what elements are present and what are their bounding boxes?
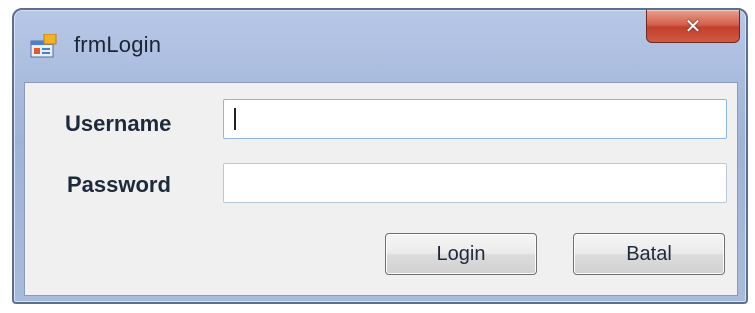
password-input[interactable]: [223, 163, 727, 203]
login-button-label: Login: [436, 242, 486, 265]
form-icon: [30, 33, 58, 58]
password-label: Password: [67, 172, 171, 197]
close-button[interactable]: ✕: [646, 10, 740, 43]
window-title: frmLogin: [74, 32, 162, 57]
cancel-button-label: Batal: [626, 242, 672, 265]
text-caret: [234, 108, 236, 130]
form-body: Username Password Login Batal: [24, 82, 738, 296]
login-button[interactable]: Login: [385, 233, 537, 275]
username-input[interactable]: [223, 99, 727, 139]
close-icon: ✕: [684, 14, 702, 38]
username-label: Username: [65, 111, 172, 136]
login-window: frmLogin ✕ Username Password Login Batal: [12, 8, 748, 304]
title-bar[interactable]: frmLogin ✕: [14, 10, 746, 82]
cancel-button[interactable]: Batal: [573, 233, 725, 275]
